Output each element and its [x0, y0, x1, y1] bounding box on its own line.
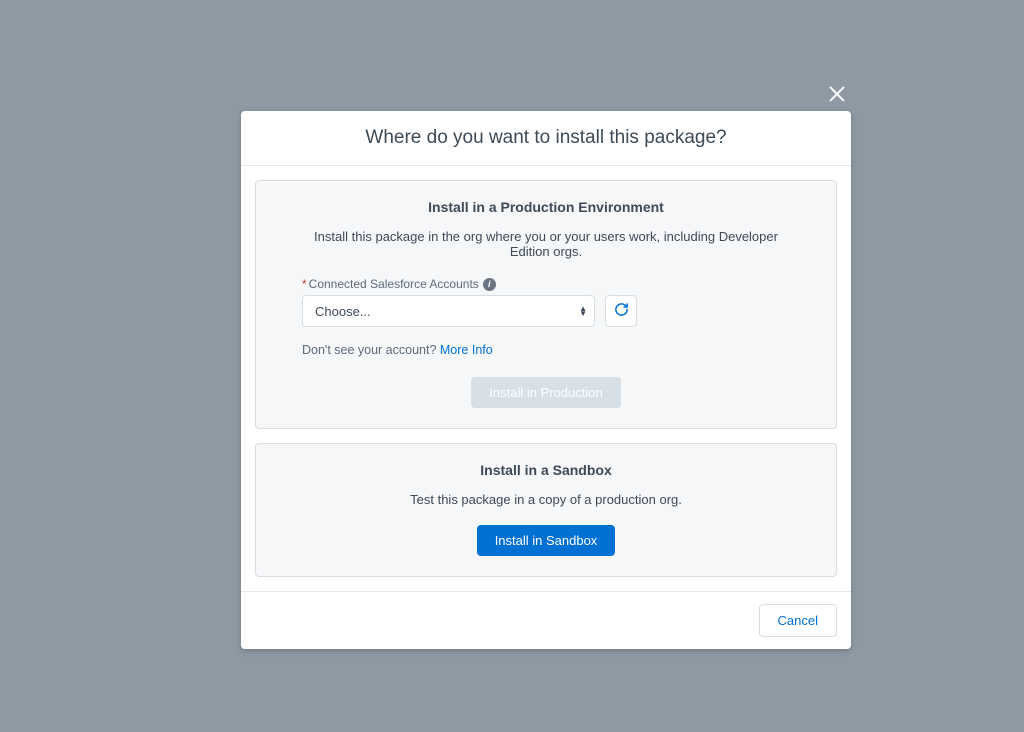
- modal-header: Where do you want to install this packag…: [241, 111, 851, 166]
- modal-title: Where do you want to install this packag…: [261, 127, 831, 149]
- modal-footer: Cancel: [241, 591, 851, 649]
- install-package-modal: Where do you want to install this packag…: [241, 111, 851, 649]
- production-description: Install this package in the org where yo…: [302, 229, 790, 259]
- install-production-button: Install in Production: [471, 377, 620, 408]
- accounts-select[interactable]: [302, 295, 595, 327]
- helper-prefix: Don't see your account?: [302, 343, 440, 357]
- more-info-link[interactable]: More Info: [440, 343, 493, 357]
- accounts-select-wrap: ▲▼: [302, 295, 595, 327]
- info-icon[interactable]: i: [483, 278, 496, 291]
- required-indicator: *: [302, 277, 307, 291]
- accounts-field-label: *Connected Salesforce Accounts i: [302, 277, 790, 291]
- accounts-helper: Don't see your account? More Info: [302, 343, 790, 357]
- production-title: Install in a Production Environment: [302, 199, 790, 215]
- sandbox-panel: Install in a Sandbox Test this package i…: [255, 443, 837, 577]
- refresh-accounts-button[interactable]: [605, 295, 637, 327]
- refresh-icon: [614, 302, 629, 320]
- accounts-label-text: Connected Salesforce Accounts: [309, 277, 479, 291]
- install-sandbox-button[interactable]: Install in Sandbox: [477, 525, 616, 556]
- production-panel: Install in a Production Environment Inst…: [255, 180, 837, 429]
- sandbox-title: Install in a Sandbox: [302, 462, 790, 478]
- modal-body: Install in a Production Environment Inst…: [241, 166, 851, 591]
- sandbox-description: Test this package in a copy of a product…: [302, 492, 790, 507]
- close-icon[interactable]: [826, 83, 848, 105]
- cancel-button[interactable]: Cancel: [759, 604, 837, 637]
